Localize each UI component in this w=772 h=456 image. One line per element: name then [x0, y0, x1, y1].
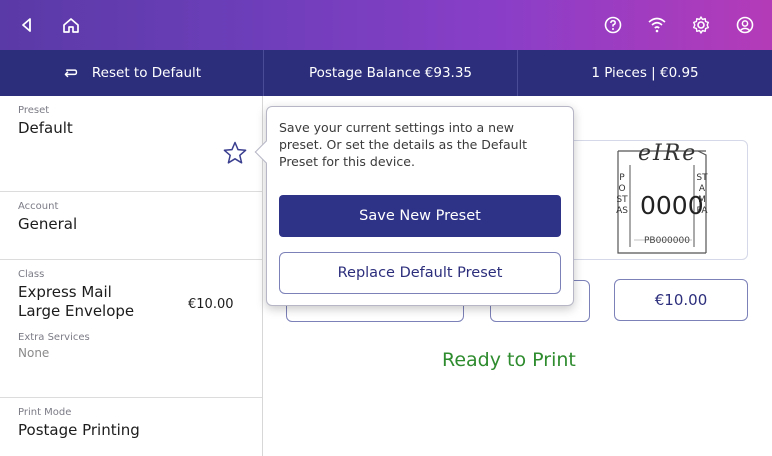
replace-default-preset-button[interactable]: Replace Default Preset — [279, 252, 561, 294]
amount-chip[interactable]: €10.00 — [614, 279, 748, 321]
top-bar — [0, 0, 772, 50]
top-bar-left — [16, 14, 82, 36]
popover-message: Save your current settings into a new pr… — [279, 120, 527, 169]
top-bar-right — [602, 14, 756, 36]
save-new-preset-button[interactable]: Save New Preset — [279, 195, 561, 237]
class-price: €10.00 — [188, 297, 234, 312]
star-icon[interactable] — [222, 140, 248, 166]
postage-balance-label: Postage Balance €93.35 — [308, 65, 473, 81]
reset-label: Reset to Default — [91, 65, 202, 81]
ready-status: Ready to Print — [442, 349, 576, 371]
account-section[interactable]: Account General — [0, 192, 262, 260]
pieces-label: 1 Pieces | €0.95 — [591, 65, 699, 81]
stamp-amount: 0000 — [640, 191, 704, 220]
status-bar: Reset to Default Postage Balance €93.35 … — [0, 50, 772, 96]
settings-icon[interactable] — [690, 14, 712, 36]
print-mode-label: Print Mode — [18, 407, 72, 418]
preset-section[interactable]: Preset Default — [0, 96, 262, 192]
print-mode-section[interactable]: Print Mode Postage Printing — [0, 398, 262, 456]
account-value: General — [18, 215, 78, 233]
home-icon[interactable] — [60, 14, 82, 36]
account-icon[interactable] — [734, 14, 756, 36]
reset-to-default-button[interactable]: Reset to Default — [0, 50, 264, 96]
amount-chip-label: €10.00 — [654, 291, 708, 309]
stamp-left-side: POSTAS — [616, 173, 628, 216]
extra-services-label: Extra Services — [18, 332, 90, 343]
settings-sidebar: Preset Default Account General Class Exp… — [0, 96, 263, 456]
stamp-preview: eIRe POSTAS STAMPA 0000 PB000000 — [555, 140, 748, 260]
preset-label: Preset — [18, 105, 50, 116]
class-label: Class — [18, 269, 45, 280]
wifi-icon[interactable] — [646, 14, 668, 36]
extra-services-value: None — [18, 346, 50, 360]
preset-value: Default — [18, 119, 73, 137]
preset-popover: Save your current settings into a new pr… — [254, 106, 574, 306]
class-section[interactable]: Class Express Mail Large Envelope €10.00… — [0, 260, 262, 398]
stamp-meter-id: PB000000 — [644, 236, 690, 246]
back-icon[interactable] — [16, 14, 38, 36]
print-mode-value: Postage Printing — [18, 421, 140, 439]
stamp-country: eIRe — [638, 141, 698, 166]
pieces-counter[interactable]: 1 Pieces | €0.95 — [518, 50, 772, 96]
postage-balance[interactable]: Postage Balance €93.35 — [264, 50, 518, 96]
account-label: Account — [18, 201, 59, 212]
reset-icon — [62, 64, 80, 82]
help-icon[interactable] — [602, 14, 624, 36]
